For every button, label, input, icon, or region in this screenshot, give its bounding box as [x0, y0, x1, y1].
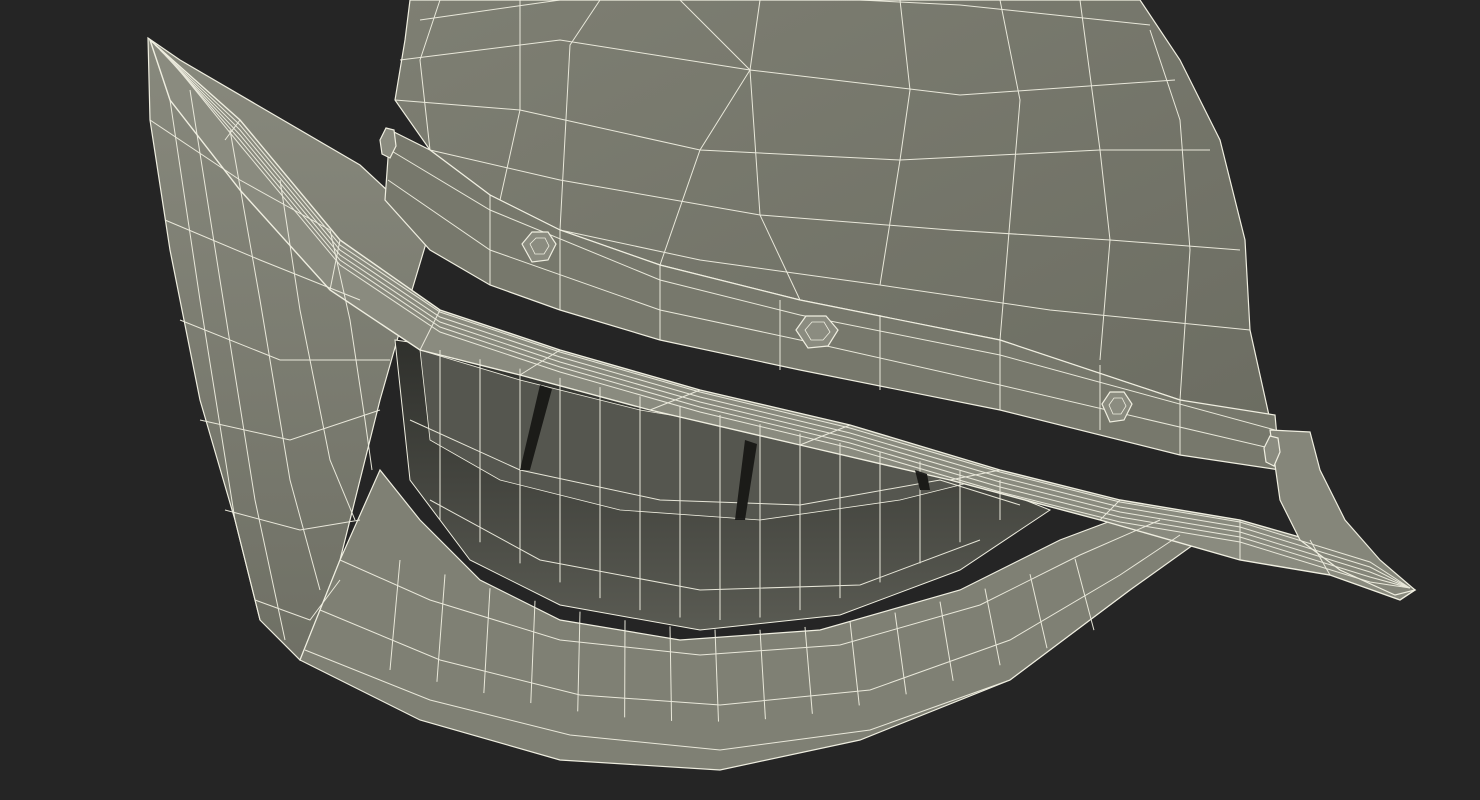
render-viewport [0, 0, 1480, 800]
helmet-wireframe-render [147, 0, 1417, 771]
right-brim-tip [1269, 429, 1417, 596]
